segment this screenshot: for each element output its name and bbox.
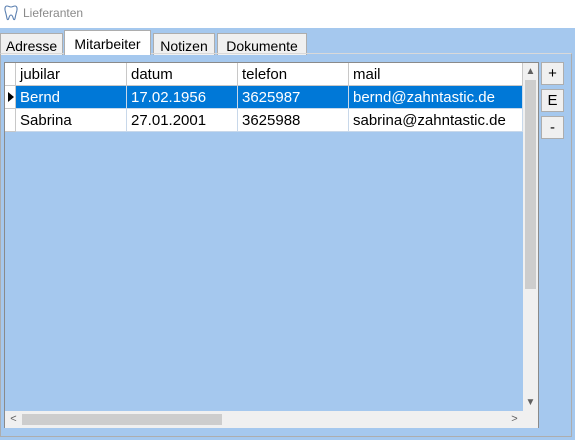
vertical-scrollbar[interactable]: ▲ ▼ [523, 63, 538, 411]
cell-mail[interactable]: sabrina@zahntastic.de [349, 109, 523, 132]
cell-jubilar[interactable]: Sabrina [16, 109, 127, 132]
scroll-up-icon[interactable]: ▲ [523, 63, 538, 80]
current-row-arrow-icon [8, 92, 14, 102]
scroll-down-icon[interactable]: ▼ [523, 394, 538, 411]
tab-strip: Adresse Mitarbeiter Notizen Dokumente [0, 30, 575, 55]
column-header-jubilar[interactable]: jubilar [16, 63, 127, 86]
remove-button[interactable]: - [541, 116, 564, 139]
horizontal-scrollbar[interactable]: < > [5, 411, 523, 428]
column-header-telefon[interactable]: telefon [238, 63, 349, 86]
window-title: Lieferanten [23, 6, 84, 20]
horizontal-scroll-thumb[interactable] [22, 414, 222, 425]
vertical-scroll-thumb[interactable] [525, 80, 536, 289]
cell-telefon[interactable]: 3625987 [238, 86, 349, 109]
scroll-left-icon[interactable]: < [5, 411, 22, 428]
tab-notizen[interactable]: Notizen [153, 33, 215, 55]
add-button[interactable]: + [541, 62, 564, 85]
cell-datum[interactable]: 27.01.2001 [127, 109, 238, 132]
tab-mitarbeiter[interactable]: Mitarbeiter [64, 30, 151, 55]
scrollbar-corner [523, 411, 538, 428]
cell-datum[interactable]: 17.02.1956 [127, 86, 238, 109]
title-bar: Lieferanten [0, 0, 575, 28]
table-row[interactable]: Bernd 17.02.1956 3625987 bernd@zahntasti… [5, 86, 523, 109]
cell-jubilar[interactable]: Bernd [16, 86, 127, 109]
edit-button[interactable]: E [541, 89, 564, 112]
tooth-icon [4, 5, 18, 21]
tab-adresse[interactable]: Adresse [0, 33, 63, 55]
data-grid: jubilar datum telefon mail Bernd 17.02.1… [4, 62, 539, 428]
row-selector[interactable] [5, 109, 16, 132]
cell-telefon[interactable]: 3625988 [238, 109, 349, 132]
table-row[interactable]: Sabrina 27.01.2001 3625988 sabrina@zahnt… [5, 109, 523, 132]
column-header-datum[interactable]: datum [127, 63, 238, 86]
column-header-mail[interactable]: mail [349, 63, 523, 86]
grid-header: jubilar datum telefon mail [5, 63, 523, 86]
cell-mail[interactable]: bernd@zahntastic.de [349, 86, 523, 109]
scroll-right-icon[interactable]: > [506, 411, 523, 428]
header-corner [5, 63, 16, 86]
row-selector[interactable] [5, 86, 16, 109]
tab-dokumente[interactable]: Dokumente [217, 33, 307, 55]
